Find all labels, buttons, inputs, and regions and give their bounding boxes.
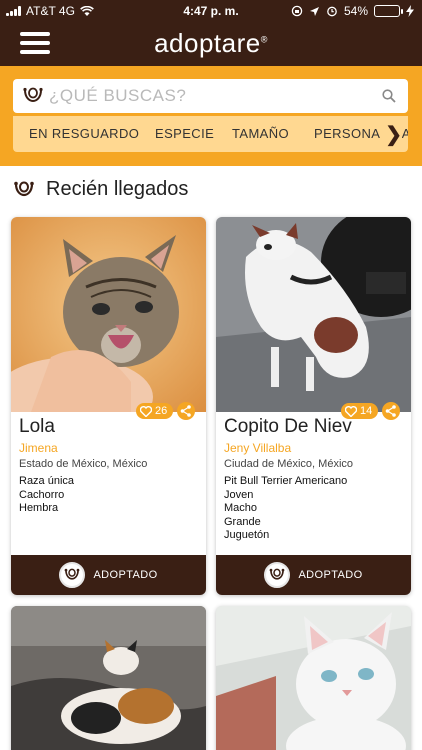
pet-owner-link[interactable]: Jimena bbox=[19, 441, 58, 455]
search-input[interactable]: ¿QUÉ BUSCAS? bbox=[13, 79, 408, 113]
pet-attributes: Raza única Cachorro Hembra bbox=[19, 475, 74, 516]
attr-breed: Raza única bbox=[19, 475, 75, 487]
search-icon[interactable] bbox=[382, 89, 396, 103]
pet-card[interactable] bbox=[11, 606, 206, 750]
alarm-icon bbox=[327, 6, 337, 17]
paw-logo-icon bbox=[14, 181, 34, 196]
logo-text: adoptare bbox=[154, 28, 261, 58]
adopted-button[interactable]: ADOPTADO bbox=[11, 555, 206, 595]
search-panel: ¿QUÉ BUSCAS? EN RESGUARDO ESPECIE TAMAÑO… bbox=[0, 66, 422, 166]
heart-icon bbox=[345, 405, 357, 417]
app-logo: adoptare® bbox=[0, 28, 422, 59]
paw-logo-icon bbox=[23, 87, 43, 103]
pet-location: Estado de México, México bbox=[19, 458, 148, 470]
battery-icon bbox=[374, 5, 403, 17]
attr-size: Grande bbox=[224, 515, 261, 528]
attr-age: Cachorro bbox=[19, 488, 65, 501]
logo-registered: ® bbox=[260, 34, 268, 45]
attr-sex: Hembra bbox=[19, 502, 59, 514]
pet-card[interactable]: 14 Copito De Niev Jeny Villalba Ciudad d… bbox=[216, 217, 411, 595]
adopted-label: ADOPTADO bbox=[93, 569, 158, 581]
adopt-paw-icon bbox=[59, 562, 86, 588]
white-kitten-photo bbox=[216, 606, 411, 750]
pet-name[interactable]: Lola bbox=[19, 416, 199, 438]
orientation-lock-icon bbox=[291, 5, 303, 17]
pet-card[interactable] bbox=[216, 606, 411, 750]
pet-photo[interactable] bbox=[216, 606, 411, 750]
filter-especie[interactable]: ESPECIE bbox=[155, 126, 214, 141]
adopted-label: ADOPTADO bbox=[298, 569, 363, 581]
dog-photo bbox=[216, 217, 411, 412]
search-placeholder: ¿QUÉ BUSCAS? bbox=[49, 86, 187, 105]
attr-personality: Juguetón bbox=[224, 529, 270, 541]
pet-location: Ciudad de México, México bbox=[224, 458, 354, 470]
kitten-photo bbox=[11, 217, 206, 412]
location-icon bbox=[309, 6, 319, 16]
top-bar: AT&T 4G 4:47 p. m. 54% adoptare® bbox=[0, 0, 422, 66]
adopt-paw-icon bbox=[264, 562, 291, 588]
filter-en-resguardo[interactable]: EN RESGUARDO bbox=[29, 126, 139, 141]
status-right: 54% bbox=[291, 4, 414, 18]
charging-icon bbox=[406, 5, 414, 17]
section-header: Recién llegados bbox=[12, 178, 188, 201]
attr-sex: Macho bbox=[224, 502, 258, 514]
heart-icon bbox=[140, 405, 152, 417]
app-header: adoptare® bbox=[0, 22, 422, 66]
cat-photo bbox=[11, 606, 206, 750]
pet-photo[interactable] bbox=[11, 606, 206, 750]
pet-card[interactable]: 26 Lola Jimena Estado de México, México … bbox=[11, 217, 206, 595]
pet-photo[interactable] bbox=[216, 217, 411, 412]
pet-name[interactable]: Copito De Niev bbox=[224, 416, 404, 438]
battery-percent: 54% bbox=[343, 4, 368, 18]
attr-age: Joven bbox=[224, 488, 254, 501]
pet-owner-link[interactable]: Jeny Villalba bbox=[224, 441, 291, 455]
status-bar: AT&T 4G 4:47 p. m. 54% bbox=[0, 0, 422, 22]
filter-bar: EN RESGUARDO ESPECIE TAMAÑO PERSONALIDAD… bbox=[13, 116, 408, 152]
section-title: Recién llegados bbox=[46, 178, 189, 200]
pet-photo[interactable] bbox=[11, 217, 206, 412]
filter-next-icon[interactable]: ❯ bbox=[381, 122, 402, 147]
attr-breed: Pit Bull Terrier Americano bbox=[224, 475, 348, 487]
adopted-button[interactable]: ADOPTADO bbox=[216, 555, 411, 595]
filter-tamano[interactable]: TAMAÑO bbox=[232, 126, 289, 141]
pet-attributes: Pit Bull Terrier Americano Joven Macho G… bbox=[224, 475, 347, 543]
